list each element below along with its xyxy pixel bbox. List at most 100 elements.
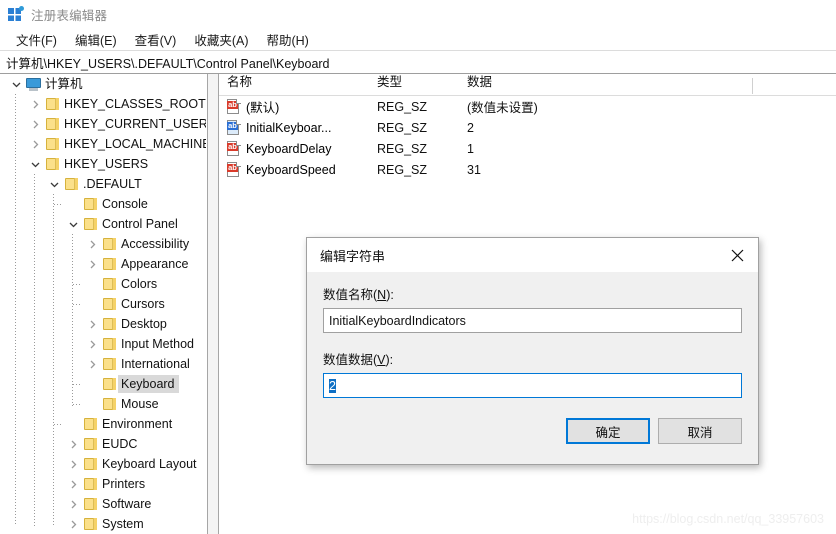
- value-name-cell: ab InitialKeyboar...: [227, 120, 331, 135]
- tree-item-selected[interactable]: Keyboard: [0, 374, 206, 394]
- tree-item[interactable]: System: [0, 514, 206, 534]
- folder-icon: [100, 314, 118, 334]
- tree-item[interactable]: HKEY_USERS: [0, 154, 206, 174]
- tree-item[interactable]: EUDC: [0, 434, 206, 454]
- tree-item-label: Control Panel: [102, 217, 178, 231]
- tree-item[interactable]: Keyboard Layout: [0, 454, 206, 474]
- chevron-down-icon[interactable]: [8, 74, 24, 94]
- tree-item[interactable]: Console: [0, 194, 206, 214]
- folder-icon: [81, 494, 99, 514]
- value-name-cell: ab KeyboardDelay: [227, 141, 331, 156]
- list-row[interactable]: ab KeyboardSpeed REG_SZ 31: [219, 159, 836, 180]
- value-name-text: InitialKeyboar...: [246, 120, 332, 135]
- tree-item-label: Desktop: [121, 317, 167, 331]
- folder-icon: [62, 174, 80, 194]
- folder-icon: [81, 214, 99, 234]
- address-bar[interactable]: 计算机\HKEY_USERS\.DEFAULT\Control Panel\Ke…: [0, 50, 836, 74]
- chevron-down-icon[interactable]: [27, 154, 43, 174]
- menu-view[interactable]: 查看(V): [126, 28, 186, 51]
- menu-favorites[interactable]: 收藏夹(A): [185, 28, 257, 51]
- menu-edit[interactable]: 编辑(E): [66, 28, 126, 51]
- tree-item[interactable]: HKEY_CLASSES_ROOT: [0, 94, 206, 114]
- folder-icon: [81, 514, 99, 534]
- chevron-right-icon[interactable]: [65, 434, 81, 454]
- tree-item[interactable]: HKEY_LOCAL_MACHINE: [0, 134, 206, 154]
- tree-item[interactable]: Environment: [0, 414, 206, 434]
- chevron-down-icon[interactable]: [46, 174, 62, 194]
- chevron-right-icon[interactable]: [84, 254, 100, 274]
- value-data-cell: 1: [467, 141, 474, 156]
- value-type-cell: REG_SZ: [377, 99, 428, 114]
- close-icon[interactable]: [716, 239, 758, 272]
- registry-editor-icon: [8, 6, 24, 22]
- chevron-right-icon[interactable]: [65, 494, 81, 514]
- tree-item-label: International: [121, 357, 190, 371]
- chevron-right-icon[interactable]: [27, 94, 43, 114]
- value-name-input[interactable]: InitialKeyboardIndicators: [323, 308, 742, 333]
- tree-item[interactable]: HKEY_CURRENT_USER: [0, 114, 206, 134]
- tree-item-label: Mouse: [121, 397, 159, 411]
- folder-icon: [81, 454, 99, 474]
- tree-item[interactable]: .DEFAULT: [0, 174, 206, 194]
- chevron-right-icon[interactable]: [84, 354, 100, 374]
- list-rows[interactable]: ab (默认) REG_SZ (数值未设置) ab InitialKeyboar... RE…: [219, 96, 836, 180]
- tree-item[interactable]: International: [0, 354, 206, 374]
- column-header-type[interactable]: 类型: [377, 74, 402, 93]
- tree-leaf-spacer: [84, 274, 100, 294]
- chevron-right-icon[interactable]: [84, 334, 100, 354]
- edit-string-dialog: 编辑字符串 数值名称(N): InitialKeyboardIndicators…: [306, 237, 759, 465]
- computer-icon: [24, 74, 42, 94]
- title-bar: 注册表编辑器: [0, 0, 836, 28]
- tree-item[interactable]: Cursors: [0, 294, 206, 314]
- chevron-right-icon[interactable]: [65, 474, 81, 494]
- pane-splitter[interactable]: [207, 74, 219, 534]
- folder-icon: [100, 354, 118, 374]
- tree-item[interactable]: 计算机: [0, 74, 206, 94]
- tree-item-label: Environment: [102, 417, 173, 431]
- menu-help[interactable]: 帮助(H): [257, 28, 317, 51]
- window-title: 注册表编辑器: [31, 8, 108, 23]
- tree-leaf-spacer: [84, 294, 100, 314]
- tree-item[interactable]: Input Method: [0, 334, 206, 354]
- chevron-right-icon[interactable]: [27, 134, 43, 154]
- cancel-button[interactable]: 取消: [658, 418, 742, 444]
- tree-item-label: .DEFAULT: [83, 177, 142, 191]
- tree-item-label: Input Method: [121, 337, 194, 351]
- folder-icon: [81, 474, 99, 494]
- tree-item[interactable]: Software: [0, 494, 206, 514]
- list-column-headers[interactable]: 名称 类型 数据: [219, 74, 836, 96]
- string-value-icon: ab: [227, 120, 241, 135]
- tree-item[interactable]: Control Panel: [0, 214, 206, 234]
- tree-item-label: Printers: [102, 477, 146, 491]
- value-name-accesskey: N: [377, 288, 387, 302]
- value-data-label: 数值数据(V):: [323, 353, 394, 367]
- list-row[interactable]: ab (默认) REG_SZ (数值未设置): [219, 96, 836, 117]
- tree-item[interactable]: Colors: [0, 274, 206, 294]
- list-row-selected[interactable]: ab InitialKeyboar... REG_SZ 2: [219, 117, 836, 138]
- column-header-data[interactable]: 数据: [467, 74, 492, 93]
- tree-item[interactable]: Appearance: [0, 254, 206, 274]
- chevron-right-icon[interactable]: [65, 514, 81, 534]
- folder-icon: [100, 394, 118, 414]
- chevron-right-icon[interactable]: [84, 314, 100, 334]
- ok-button[interactable]: 确定: [566, 418, 650, 444]
- chevron-right-icon[interactable]: [84, 234, 100, 254]
- chevron-right-icon[interactable]: [27, 114, 43, 134]
- tree-item[interactable]: Desktop: [0, 314, 206, 334]
- tree-item[interactable]: Mouse: [0, 394, 206, 414]
- value-data-input[interactable]: 2: [323, 373, 742, 398]
- chevron-down-icon[interactable]: [65, 214, 81, 234]
- tree-item[interactable]: Accessibility: [0, 234, 206, 254]
- column-header-name[interactable]: 名称: [227, 74, 252, 93]
- folder-icon: [43, 114, 61, 134]
- menu-file[interactable]: 文件(F): [7, 28, 66, 51]
- chevron-right-icon[interactable]: [65, 454, 81, 474]
- header-column-divider[interactable]: [752, 78, 753, 94]
- tree-item-label: Cursors: [121, 297, 165, 311]
- folder-icon: [43, 134, 61, 154]
- tree-item[interactable]: Printers: [0, 474, 206, 494]
- tree-item-label: HKEY_USERS: [64, 157, 149, 171]
- registry-tree[interactable]: 计算机 HKEY_CLASSES_ROOT HKEY_CURRENT_USER HKE…: [0, 74, 207, 534]
- list-row[interactable]: ab KeyboardDelay REG_SZ 1: [219, 138, 836, 159]
- folder-icon: [81, 434, 99, 454]
